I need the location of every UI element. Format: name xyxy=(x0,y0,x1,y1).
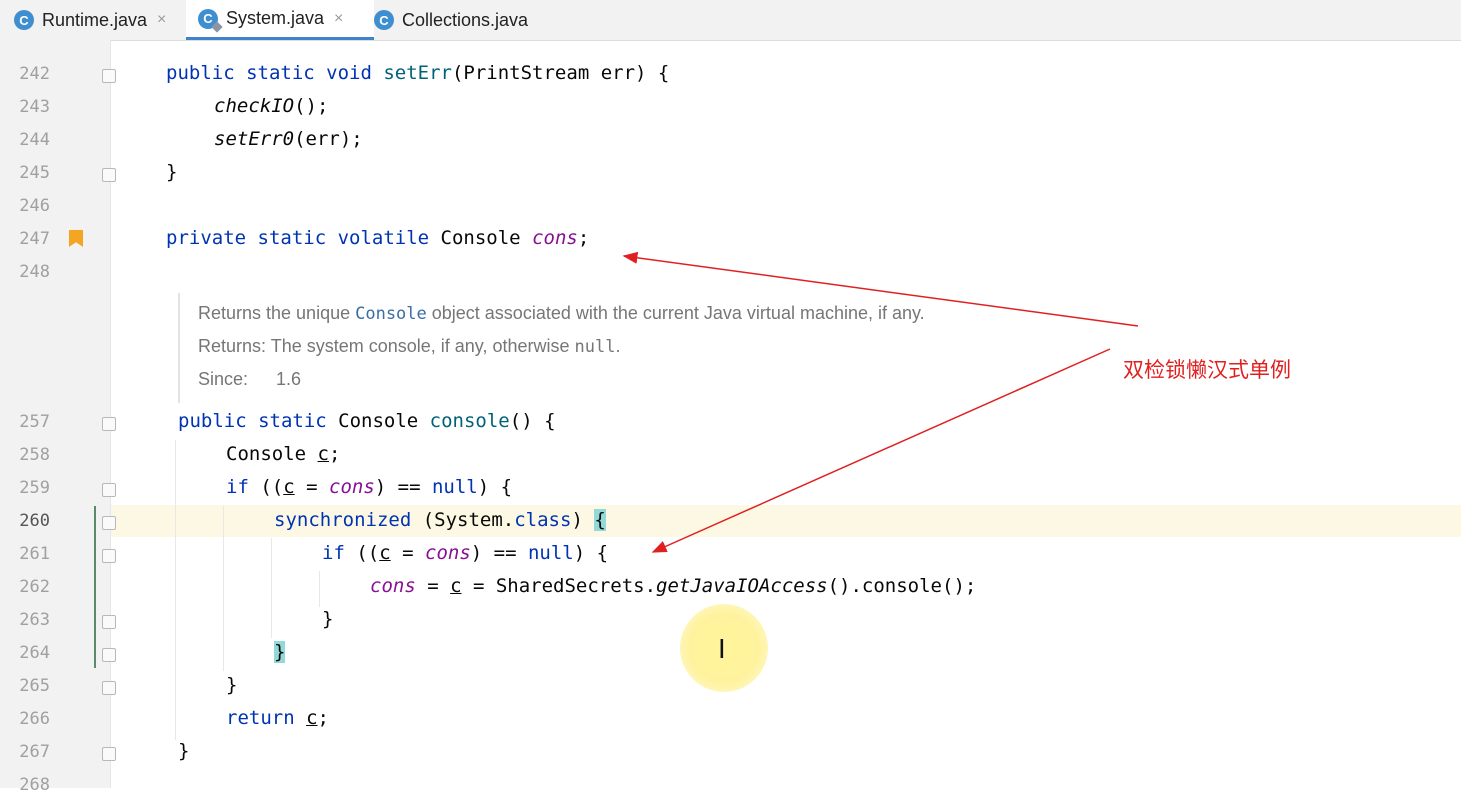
text-cursor-icon: I xyxy=(718,635,726,665)
annotation-arrow-to-check xyxy=(651,348,1111,553)
annotation-label: 双检锁懒汉式单例 xyxy=(1123,358,1291,382)
annotation-arrow-to-field xyxy=(622,251,1139,327)
